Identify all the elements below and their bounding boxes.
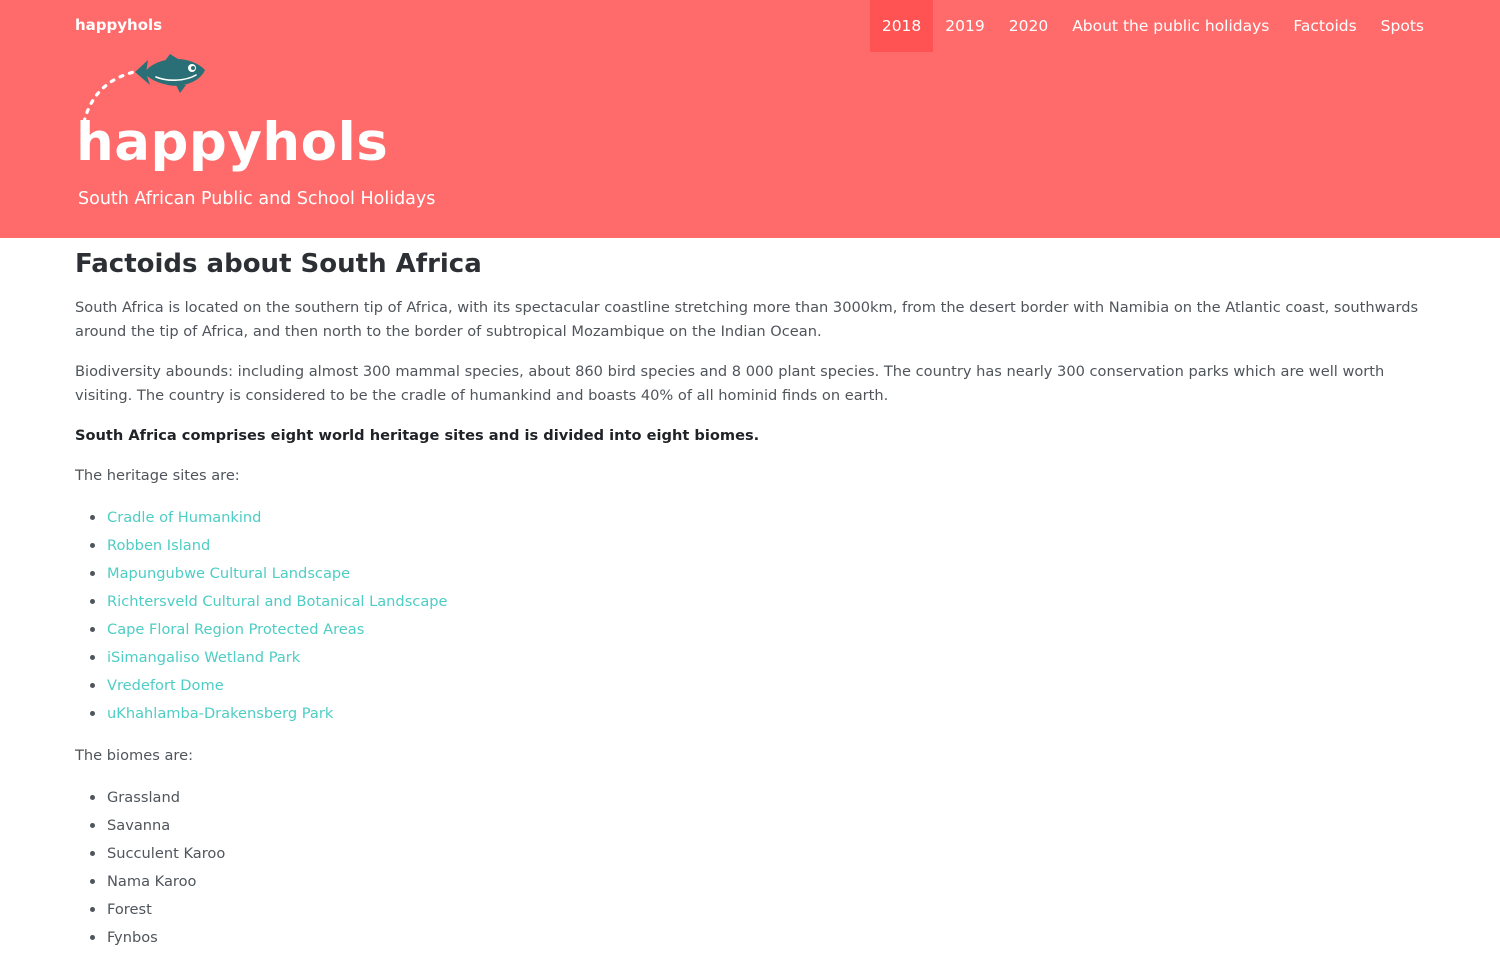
biome-list: Grassland Savanna Succulent Karoo Nama K… (75, 784, 1425, 952)
site-header: happyhols 2018 2019 2020 About the publi… (0, 0, 1500, 238)
nav-link-2020[interactable]: 2020 (997, 0, 1060, 52)
list-item: Vredefort Dome (75, 672, 1425, 700)
list-item: Mapungubwe Cultural Landscape (75, 560, 1425, 588)
heritage-link-mapungubwe[interactable]: Mapungubwe Cultural Landscape (107, 565, 350, 582)
list-item: iSimangaliso Wetland Park (75, 644, 1425, 672)
list-item: Nama Karoo (75, 868, 1425, 896)
heritage-link-isimangaliso[interactable]: iSimangaliso Wetland Park (107, 649, 300, 666)
biomes-heading: The biomes are: (75, 747, 193, 764)
heritage-link-cape-floral[interactable]: Cape Floral Region Protected Areas (107, 621, 364, 638)
site-tagline: South African Public and School Holidays (78, 189, 436, 209)
heritage-link-cradle-of-humankind[interactable]: Cradle of Humankind (107, 509, 261, 526)
page-title: Factoids about South Africa (75, 249, 482, 279)
list-item: Forest (75, 896, 1425, 924)
nav-link-2018[interactable]: 2018 (869, 0, 934, 52)
logo-wordmark: happyhols (76, 112, 389, 173)
heritage-link-robben-island[interactable]: Robben Island (107, 537, 210, 554)
intro-paragraph-geography: South Africa is located on the southern … (75, 299, 1419, 340)
nav-link-factoids[interactable]: Factoids (1281, 0, 1368, 52)
heritage-link-richtersveld[interactable]: Richtersveld Cultural and Botanical Land… (107, 593, 448, 610)
brand-link[interactable]: happyhols (75, 16, 162, 34)
nav-link-2019[interactable]: 2019 (933, 0, 996, 52)
main-content: Factoids about South Africa South Africa… (75, 248, 1425, 968)
list-item: Cradle of Humankind (75, 504, 1425, 532)
list-item: Cape Floral Region Protected Areas (75, 616, 1425, 644)
heritage-link-ukhahlamba-drakensberg[interactable]: uKhahlamba-Drakensberg Park (107, 705, 333, 722)
list-item: Savanna (75, 812, 1425, 840)
list-item: uKhahlamba-Drakensberg Park (75, 700, 1425, 728)
heritage-site-list: Cradle of Humankind Robben Island Mapung… (75, 504, 1425, 728)
list-item: Robben Island (75, 532, 1425, 560)
list-item: Succulent Karoo (75, 840, 1425, 868)
summary-statement: South Africa comprises eight world herit… (75, 427, 760, 444)
list-item: Grassland (75, 784, 1425, 812)
nav-link-about-public-holidays[interactable]: About the public holidays (1060, 0, 1281, 52)
intro-paragraph-biodiversity: Biodiversity abounds: including almost 3… (75, 363, 1385, 404)
heritage-heading: The heritage sites are: (75, 467, 240, 484)
list-item: Richtersveld Cultural and Botanical Land… (75, 588, 1425, 616)
main-nav: 2018 2019 2020 About the public holidays… (869, 0, 1436, 52)
site-logo[interactable]: happyhols (72, 52, 388, 187)
nav-link-spots[interactable]: Spots (1369, 0, 1436, 52)
heritage-link-vredefort-dome[interactable]: Vredefort Dome (107, 677, 224, 694)
list-item: Fynbos (75, 924, 1425, 952)
